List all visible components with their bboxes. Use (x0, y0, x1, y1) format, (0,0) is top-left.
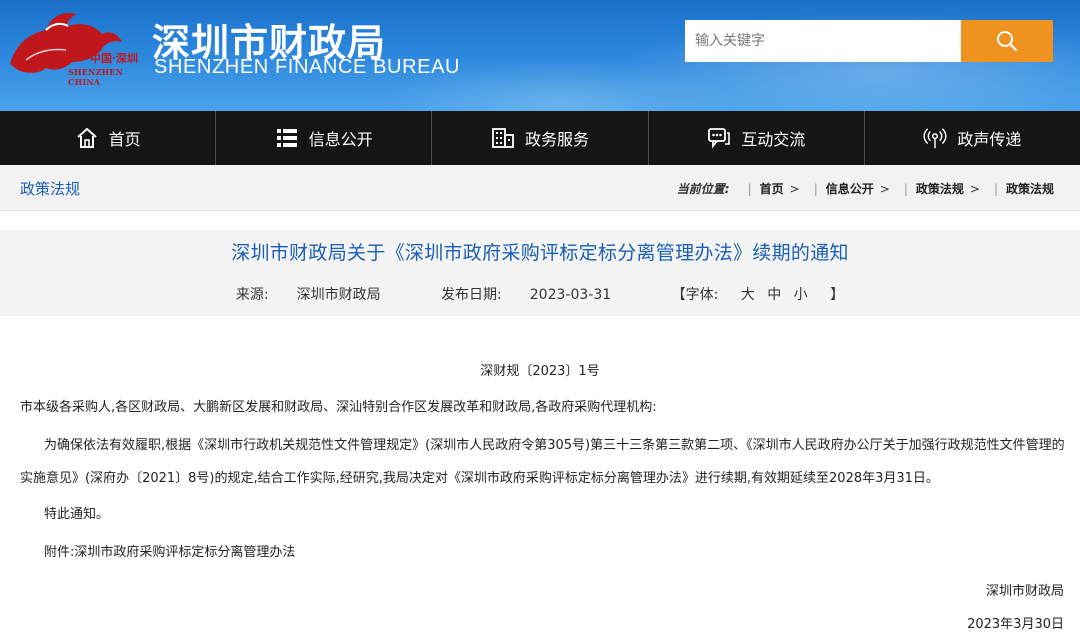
article-title: 深圳市财政局关于《深圳市政府采购评标定标分离管理办法》续期的通知 (231, 242, 849, 264)
breadcrumb-label: 当前位置: (676, 182, 730, 196)
header-banner: 中国·深圳 SHENZHEN CHINA 深圳市财政局 SHENZHEN FIN… (0, 0, 1080, 111)
date-info: 发布日期: 2023-03-31 (427, 287, 625, 303)
article-header: 深圳市财政局关于《深圳市政府采购评标定标分离管理办法》续期的通知 来源: 深圳市财… (0, 230, 1080, 316)
attachment-link[interactable]: 附件:深圳市政府采购评标定标分离管理办法 (44, 541, 295, 560)
nav-label-info: 信息公开 (308, 130, 373, 149)
signature-org: 深圳市财政局 (985, 584, 1064, 599)
breadcrumb-bar: 政策法规 当前位置: | 首页 > | 信息公开 > | 政策法规 > | 政策… (0, 165, 1080, 211)
logo-en-text: SHENZHEN CHINA (68, 67, 124, 87)
search-icon (997, 31, 1018, 52)
breadcrumb-item-current[interactable]: 政策法规 (1006, 180, 1054, 197)
nav-item-info[interactable]: 信息公开 (216, 111, 433, 165)
source-info: 来源: 深圳市财政局 (222, 287, 395, 303)
list-icon (275, 126, 299, 150)
building-icon (491, 126, 515, 150)
search-bar (685, 20, 1053, 62)
chat-icon (707, 126, 731, 150)
nav-item-broadcast[interactable]: 政声传递 (865, 111, 1080, 165)
home-icon (75, 126, 99, 150)
breadcrumb-item-info[interactable]: 信息公开 (826, 180, 874, 197)
site-subtitle: SHENZHEN FINANCE BUREAU (154, 56, 461, 78)
article-meta: 来源: 深圳市财政局 发布日期: 2023-03-31 【字体: 大 中 小 】 (0, 284, 1080, 304)
breadcrumb-item-policy[interactable]: 政策法规 (916, 180, 964, 197)
breadcrumb-divider: | (747, 181, 752, 196)
date-label: 发布日期: (441, 287, 502, 303)
font-medium-button[interactable]: 中 (767, 287, 781, 303)
nav-label-interaction: 互动交流 (741, 130, 806, 149)
document-number: 深财规〔2023〕1号 (480, 364, 600, 379)
nav-item-services[interactable]: 政务服务 (432, 111, 649, 165)
nav-label-services: 政务服务 (525, 130, 590, 149)
breadcrumb-divider: | (813, 181, 818, 196)
breadcrumb-arrow-icon: > (969, 181, 980, 196)
breadcrumb-divider: | (903, 181, 908, 196)
search-input[interactable] (685, 20, 961, 62)
source-value: 深圳市财政局 (296, 287, 381, 303)
body-paragraph: 为确保依法有效履职,根据《深圳市行政机关规范性文件管理规定》(深圳市人民政府令第… (20, 438, 1065, 486)
logo-cn-text: 中国·深圳 (90, 52, 138, 65)
breadcrumb-item-home[interactable]: 首页 (760, 180, 784, 197)
section-title-link[interactable]: 政策法规 (20, 178, 80, 199)
notice-paragraph: 特此通知。 (44, 507, 110, 522)
font-size-control: 【字体: 大 中 小 】 (658, 287, 859, 303)
breadcrumb-arrow-icon: > (879, 181, 890, 196)
font-large-button[interactable]: 大 (741, 287, 755, 303)
font-close-bracket: 】 (830, 287, 845, 303)
nav-label-broadcast: 政声传递 (957, 130, 1022, 149)
breadcrumb-divider: | (993, 181, 998, 196)
site-logo[interactable]: 中国·深圳 SHENZHEN CHINA (6, 4, 146, 87)
nav-item-interaction[interactable]: 互动交流 (649, 111, 865, 165)
signature-date: 2023年3月30日 (967, 617, 1064, 632)
font-small-button[interactable]: 小 (794, 287, 808, 303)
nav-label-home: 首页 (108, 130, 141, 149)
search-button[interactable] (961, 20, 1053, 62)
breadcrumb-arrow-icon: > (789, 181, 800, 196)
source-label: 来源: (235, 287, 269, 303)
nav-item-home[interactable]: 首页 (0, 111, 217, 165)
recipients-paragraph: 市本级各采购人,各区财政局、大鹏新区发展和财政局、深汕特别合作区发展改革和财政局… (20, 400, 657, 415)
main-nav: 首页 信息公开 政务服务 互动交流 政声传递 (0, 111, 1080, 165)
breadcrumb: 当前位置: | 首页 > | 信息公开 > | 政策法规 > | 政策法规 (677, 180, 1054, 197)
date-value: 2023-03-31 (529, 287, 612, 303)
broadcast-icon (923, 126, 947, 150)
font-label: 【字体: (671, 287, 719, 303)
